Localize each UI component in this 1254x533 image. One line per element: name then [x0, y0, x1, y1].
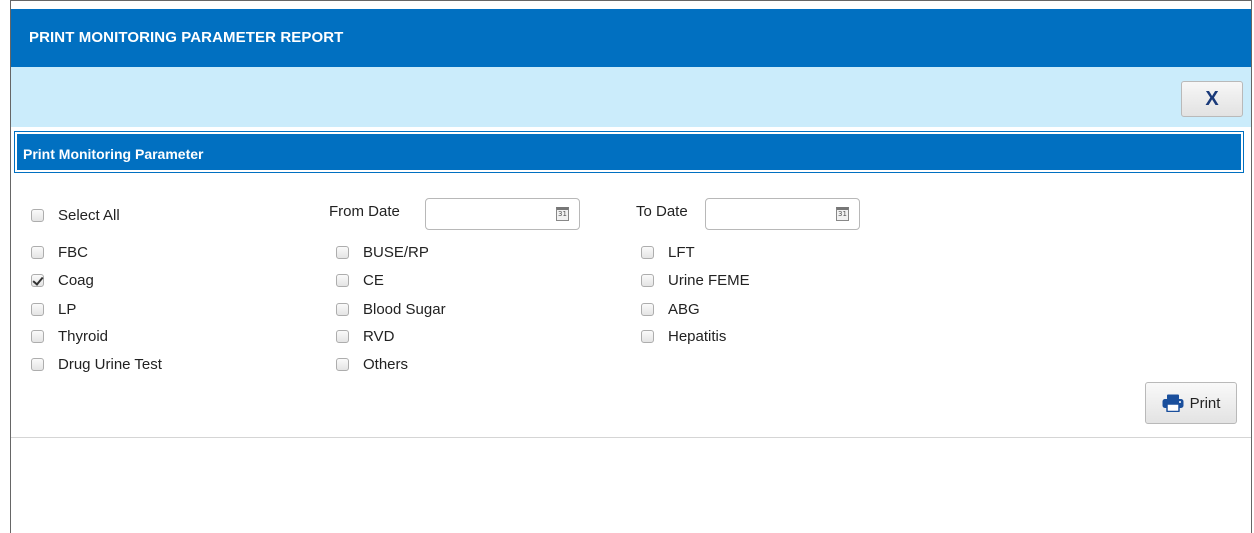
checkbox-urine-feme[interactable]: Urine FEME	[641, 270, 750, 290]
checkbox-label: Drug Urine Test	[58, 355, 162, 373]
checkbox-box[interactable]	[336, 357, 349, 371]
checkbox-box[interactable]	[31, 245, 44, 259]
parameter-form: Select All From Date 31 To Date 31 FBC C…	[11, 179, 1251, 438]
report-dialog: PRINT MONITORING PARAMETER REPORT X Prin…	[10, 0, 1252, 533]
checkbox-label: Urine FEME	[668, 271, 750, 289]
checkbox-box[interactable]	[31, 357, 44, 371]
checkbox-fbc[interactable]: FBC	[31, 242, 88, 262]
print-button[interactable]: Print	[1145, 382, 1237, 424]
checkbox-label: CE	[363, 271, 384, 289]
printer-icon	[1162, 394, 1184, 412]
checkbox-box[interactable]	[31, 329, 44, 343]
checkbox-others[interactable]: Others	[336, 354, 408, 374]
dialog-title: PRINT MONITORING PARAMETER REPORT	[11, 9, 1251, 67]
checkbox-ce[interactable]: CE	[336, 270, 384, 290]
checkbox-label: LFT	[668, 243, 695, 261]
checkbox-label: BUSE/RP	[363, 243, 429, 261]
from-date-label: From Date	[329, 203, 400, 220]
to-date-input[interactable]: 31	[705, 198, 860, 230]
checkbox-box[interactable]	[641, 302, 654, 316]
checkbox-label: Others	[363, 355, 409, 373]
to-date-label: To Date	[636, 203, 688, 220]
checkbox-lft[interactable]: LFT	[641, 242, 695, 262]
checkbox-lp[interactable]: LP	[31, 299, 76, 319]
checkbox-coag[interactable]: Coag	[31, 270, 94, 290]
checkbox-hepatitis[interactable]: Hepatitis	[641, 326, 726, 346]
calendar-icon[interactable]: 31	[836, 207, 849, 221]
checkbox-label: ABG	[668, 300, 700, 318]
checkbox-rvd[interactable]: RVD	[336, 326, 394, 346]
checkbox-box[interactable]	[336, 302, 349, 316]
checkbox-label: Thyroid	[58, 327, 109, 345]
from-date-input[interactable]: 31	[425, 198, 580, 230]
select-all-label: Select All	[58, 206, 120, 224]
close-button[interactable]: X	[1181, 81, 1243, 117]
checkbox-thyroid[interactable]: Thyroid	[31, 326, 108, 346]
checkbox-label: FBC	[58, 243, 88, 261]
checkbox-label: Coag	[58, 271, 94, 289]
checkbox-label: Blood Sugar	[363, 300, 446, 318]
checkbox-drug-urine-test[interactable]: Drug Urine Test	[31, 354, 162, 374]
checkbox-box[interactable]	[641, 273, 654, 287]
checkbox-abg[interactable]: ABG	[641, 299, 700, 319]
checkbox-label: RVD	[363, 327, 395, 345]
select-all-checkbox[interactable]: Select All	[31, 205, 120, 225]
checkbox-box[interactable]	[641, 329, 654, 343]
checkbox-box[interactable]	[336, 329, 349, 343]
checkbox-box[interactable]	[31, 208, 44, 222]
checkbox-blood-sugar[interactable]: Blood Sugar	[336, 299, 446, 319]
checkbox-box[interactable]	[336, 273, 349, 287]
print-label: Print	[1189, 394, 1221, 412]
section-title: Print Monitoring Parameter	[14, 131, 1244, 173]
checkbox-box[interactable]	[31, 302, 44, 316]
checkbox-label: LP	[58, 300, 77, 318]
checkbox-box[interactable]	[641, 245, 654, 259]
checkbox-label: Hepatitis	[668, 327, 727, 345]
checkbox-box-checked[interactable]	[31, 273, 44, 287]
calendar-icon[interactable]: 31	[556, 207, 569, 221]
checkbox-box[interactable]	[336, 245, 349, 259]
checkbox-buse-rp[interactable]: BUSE/RP	[336, 242, 429, 262]
dialog-toolbar: X	[11, 67, 1251, 127]
